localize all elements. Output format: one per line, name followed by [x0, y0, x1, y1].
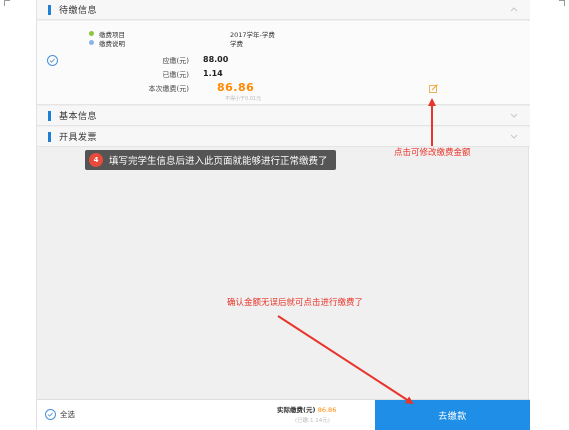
paid-value: 1.14 — [203, 69, 223, 78]
section-marker — [48, 110, 51, 121]
section-marker — [48, 4, 51, 15]
paid-note: (已缴:1.14元) — [295, 418, 330, 424]
green-dot-icon — [89, 31, 94, 36]
amount-hint: 不得小于0.01元 — [225, 96, 262, 102]
corner-mark — [4, 0, 10, 6]
actual-payment-label: 实际缴费(元) — [277, 406, 316, 414]
this-payment-label: 本次缴费(元) — [148, 85, 189, 93]
pay-button[interactable]: 去缴款 — [375, 400, 530, 430]
chevron-down-icon[interactable] — [510, 111, 518, 119]
chevron-down-icon[interactable] — [510, 132, 518, 140]
basic-section-header[interactable]: 基本信息 — [37, 106, 530, 126]
confirm-pay-annotation: 确认金额无误后就可点击进行缴费了 — [227, 298, 364, 308]
invoice-section-title: 开具发票 — [59, 133, 98, 143]
invoice-section-header[interactable]: 开具发票 — [37, 127, 530, 147]
item-checkbox[interactable] — [47, 55, 58, 66]
paid-label: 已缴(元) — [162, 71, 189, 79]
bottom-bar: 全选 实际缴费(元) 86.86 (已缴:1.14元) 去缴款 — [37, 399, 530, 430]
check-icon — [47, 412, 53, 417]
basic-section-title: 基本信息 — [59, 112, 98, 122]
chevron-up-icon[interactable] — [510, 5, 518, 13]
select-all-label: 全选 — [60, 410, 75, 419]
step-badge: 4 — [89, 153, 103, 167]
edit-amount-annotation: 点击可修改缴费金额 — [394, 148, 471, 158]
pending-details: 缴费项目 2017学年-学费 缴费说明 学费 应缴(元) 88.00 已缴(元)… — [37, 21, 530, 105]
corner-mark — [559, 0, 565, 6]
desc-label: 缴费说明 — [99, 40, 125, 48]
section-marker — [48, 131, 51, 142]
due-value: 88.00 — [203, 55, 229, 64]
check-icon — [49, 58, 55, 63]
this-payment-amount[interactable]: 86.86 — [217, 81, 254, 94]
pending-section-header[interactable]: 待缴信息 — [37, 0, 530, 20]
edit-icon[interactable] — [429, 84, 438, 93]
tooltip-text: 填写完学生信息后进入此页面就能够进行正常缴费了 — [109, 156, 328, 167]
blue-dot-icon — [89, 40, 94, 45]
desc-value: 学费 — [230, 40, 243, 48]
due-label: 应缴(元) — [162, 57, 189, 65]
guide-tooltip: 4 填写完学生信息后进入此页面就能够进行正常缴费了 — [85, 150, 336, 170]
select-all-checkbox[interactable] — [45, 409, 56, 420]
phone-screen: 待缴信息 缴费项目 2017学年-学费 缴费说明 学费 应缴(元) 88.00 … — [36, 0, 530, 430]
actual-payment-amount: 86.86 — [317, 406, 337, 414]
pending-section-title: 待缴信息 — [59, 6, 98, 16]
select-all-toggle[interactable]: 全选 — [45, 409, 75, 420]
actual-payment: 实际缴费(元) 86.86 — [277, 404, 336, 414]
